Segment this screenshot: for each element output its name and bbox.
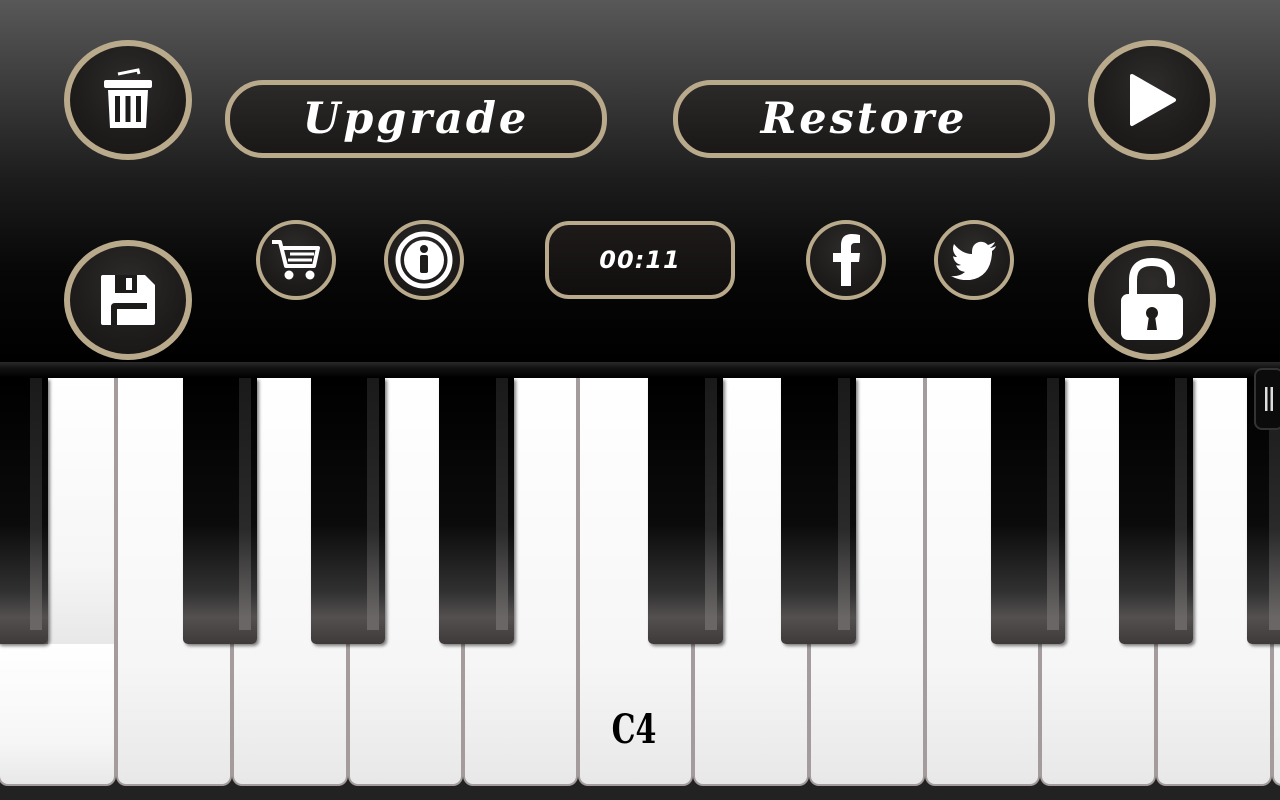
black-key[interactable] — [439, 378, 514, 644]
black-key[interactable] — [991, 378, 1065, 644]
black-key[interactable] — [781, 378, 856, 644]
twitter-share-button[interactable] — [934, 220, 1014, 300]
restore-button[interactable]: Restore — [673, 80, 1055, 158]
play-button[interactable] — [1088, 40, 1216, 160]
info-button[interactable] — [384, 220, 464, 300]
upgrade-button[interactable]: Upgrade — [225, 80, 607, 158]
trash-icon — [104, 68, 152, 128]
key-note-label: C4 — [611, 706, 657, 753]
black-key[interactable] — [183, 378, 257, 644]
black-key[interactable] — [311, 378, 385, 644]
black-key[interactable] — [0, 378, 48, 644]
keyboard-divider — [0, 362, 1280, 378]
floppy-disk-icon — [101, 275, 155, 325]
store-button[interactable] — [256, 220, 336, 300]
white-key[interactable] — [46, 378, 116, 644]
unlocked-padlock-icon — [1121, 258, 1183, 340]
drag-handle-icon — [1265, 387, 1273, 411]
clear-recording-button[interactable] — [64, 40, 192, 160]
facebook-share-button[interactable] — [806, 220, 886, 300]
facebook-icon — [833, 234, 860, 286]
restore-label: Restore — [760, 94, 968, 144]
info-icon — [395, 231, 453, 289]
white-key[interactable] — [0, 642, 116, 786]
black-key[interactable] — [1119, 378, 1193, 644]
save-button[interactable] — [64, 240, 192, 360]
twitter-icon — [951, 241, 996, 280]
shopping-cart-icon — [272, 240, 320, 280]
black-key[interactable] — [648, 378, 723, 644]
keyboard-scroll-handle[interactable] — [1254, 368, 1280, 430]
unlock-keys-button[interactable] — [1088, 240, 1216, 360]
play-icon — [1130, 74, 1176, 126]
recording-timer: 00:11 — [545, 221, 735, 299]
timer-value: 00:11 — [599, 246, 681, 274]
upgrade-label: Upgrade — [302, 94, 530, 144]
